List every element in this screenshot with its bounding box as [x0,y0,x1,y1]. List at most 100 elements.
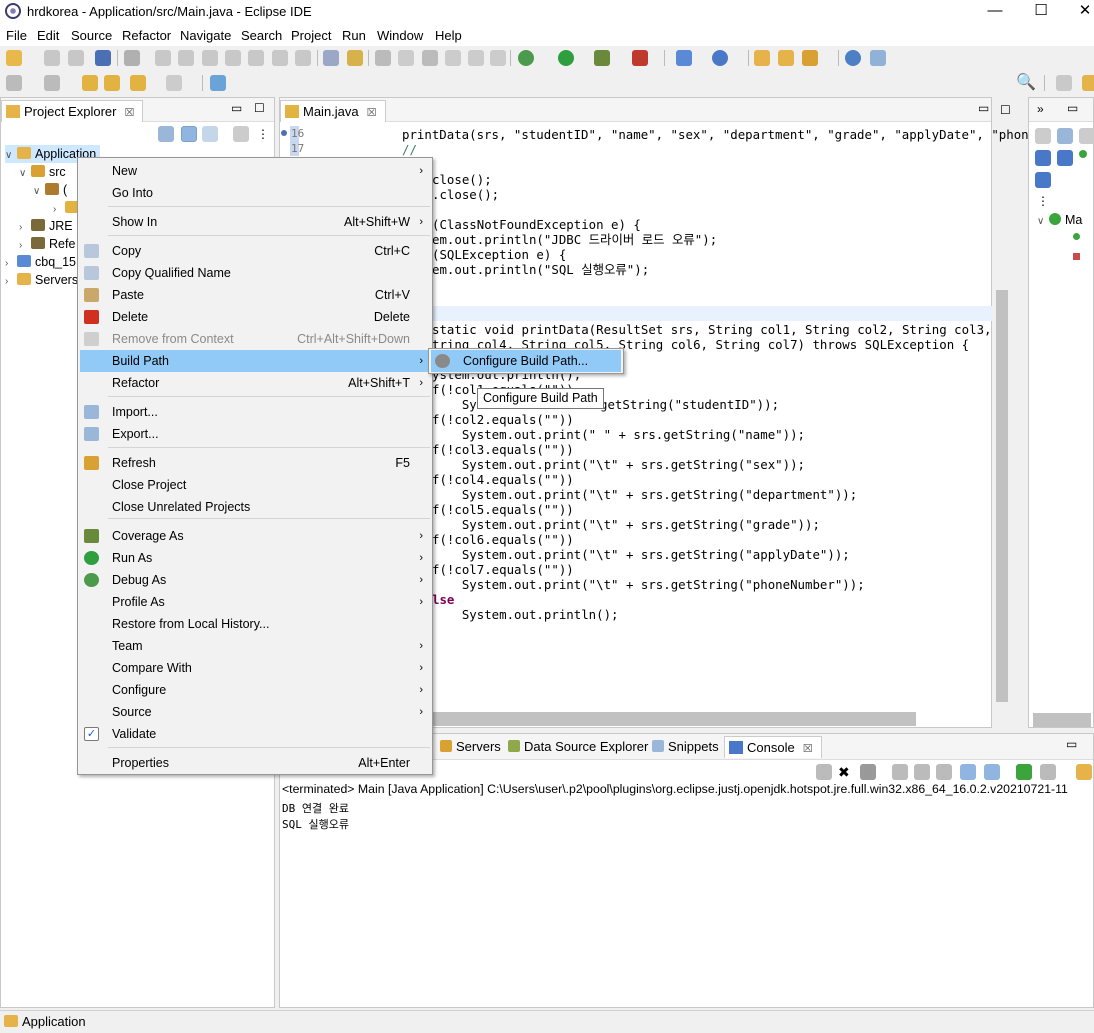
hide-non-public-icon[interactable] [1079,150,1087,158]
maximize-view-icon[interactable]: ☐ [1000,103,1011,117]
disconnect-icon[interactable] [225,50,241,66]
menu-item-copy[interactable]: Copy Ctrl+C [80,240,430,262]
editor-vertical-scrollbar[interactable] [994,122,1010,728]
menu-item-close-project[interactable]: Close Project [80,474,430,496]
minimize-button[interactable]: — [972,0,1018,24]
save-icon[interactable] [44,50,60,66]
menu-item-properties[interactable]: Properties Alt+Enter [80,752,430,774]
close-tab-icon[interactable]: ☒ [803,743,813,755]
menu-help[interactable]: Help [435,28,462,43]
minimize-view-icon[interactable]: ▭ [231,101,242,115]
outline-item-main[interactable]: ∨ Ma [1037,211,1082,229]
menu-window[interactable]: Window [377,28,423,43]
menu-item-close-unrelated-projects[interactable]: Close Unrelated Projects [80,496,430,518]
word-wrap-icon[interactable] [422,50,438,66]
menu-search[interactable]: Search [241,28,282,43]
maximize-view-icon[interactable]: ☐ [254,101,265,115]
clear-console-icon[interactable] [892,764,908,780]
open-type-icon[interactable] [754,50,770,66]
back-icon[interactable] [130,75,146,91]
search-icon[interactable] [802,50,818,66]
debug-icon[interactable] [518,50,534,66]
show-on-stderr-icon[interactable] [984,764,1000,780]
menu-file[interactable]: File [6,28,27,43]
external-tools-icon[interactable] [632,50,648,66]
menu-item-import[interactable]: Import... [80,401,430,423]
tree-item-src[interactable]: ∨ src [19,163,66,181]
breadcrumb-icon[interactable] [445,50,461,66]
show-whitespace-icon[interactable] [468,50,484,66]
filter-icon[interactable] [202,126,218,142]
maximize-button[interactable]: ☐ [1018,0,1064,24]
tab-main-java[interactable]: Main.java ☒ [280,100,386,122]
editor-horizontal-scrollbar[interactable] [430,712,916,726]
menu-item-refresh[interactable]: Refresh F5 [80,452,430,474]
menu-item-validate[interactable]: ✓ Validate [80,723,430,745]
use-step-filters-icon[interactable] [347,50,363,66]
coverage-icon[interactable] [594,50,610,66]
close-tab-icon[interactable]: ☒ [124,107,134,119]
next-annotation-icon[interactable] [6,75,22,91]
previous-annotation-icon[interactable] [44,75,60,91]
pilcrow-icon[interactable] [490,50,506,66]
hide-fields-icon[interactable] [1035,150,1051,166]
menu-item-debug-as[interactable]: Debug As › [80,569,430,591]
step-into-icon[interactable] [248,50,264,66]
toggle-mark-occurrences-icon[interactable] [375,50,391,66]
open-perspective-icon[interactable] [1056,75,1072,91]
resume-icon[interactable] [155,50,171,66]
drop-to-frame-icon[interactable] [323,50,339,66]
link-with-editor-icon[interactable] [181,126,197,142]
pin-icon[interactable] [870,50,886,66]
collapse-all-icon[interactable] [1057,128,1073,144]
minimize-view-icon[interactable]: ▭ [1066,737,1077,751]
menu-item-compare-with[interactable]: Compare With › [80,657,430,679]
focus-icon[interactable] [233,126,249,142]
word-wrap-icon[interactable] [936,764,952,780]
menu-item-go-into[interactable]: Go Into [80,182,430,204]
toggle-block-selection-icon[interactable] [398,50,414,66]
step-return-icon[interactable] [295,50,311,66]
tab-data-source-explorer[interactable]: Data Source Explorer [508,739,648,754]
menu-edit[interactable]: Edit [37,28,59,43]
terminal-icon[interactable] [95,50,111,66]
breakpoint-icon[interactable] [281,130,287,136]
tree-item-servers[interactable]: › Servers [5,271,78,289]
editor-scroll-thumb[interactable] [996,290,1008,702]
pin-console-icon[interactable] [1016,764,1032,780]
menu-item-restore-from-local-history[interactable]: Restore from Local History... [80,613,430,635]
open-task-icon[interactable] [778,50,794,66]
tree-item-package[interactable]: ∨( [33,181,67,199]
menu-item-configure[interactable]: Configure › [80,679,430,701]
menu-navigate[interactable]: Navigate [180,28,231,43]
tab-console[interactable]: Console ☒ [724,736,822,758]
remove-launch-icon[interactable]: ✖ [838,764,854,780]
save-all-icon[interactable] [68,50,84,66]
hide-static-icon[interactable] [1057,150,1073,166]
menu-item-delete[interactable]: Delete Delete [80,306,430,328]
close-tab-icon[interactable]: ☒ [367,107,377,119]
outline-scrollbar[interactable] [1033,713,1091,727]
menu-item-run-as[interactable]: Run As › [80,547,430,569]
open-console-icon[interactable] [1076,764,1092,780]
menu-item-configure-build-path[interactable]: Configure Build Path... [431,350,621,372]
focus-icon[interactable] [1035,128,1051,144]
new-java-project-icon[interactable] [676,50,692,66]
tree-item-cbq[interactable]: › cbq_15 [5,253,76,271]
skip-breakpoints-icon[interactable] [124,50,140,66]
collapse-all-icon[interactable] [158,126,174,142]
view-menu-icon[interactable]: ⋮ [1037,194,1049,208]
tree-item-referenced-libraries[interactable]: › Refe [19,235,75,253]
menu-item-paste[interactable]: Paste Ctrl+V [80,284,430,306]
tree-item-jre[interactable]: › JRE [19,217,73,235]
suspend-icon[interactable] [178,50,194,66]
menu-run[interactable]: Run [342,28,366,43]
menu-item-refactor[interactable]: Refactor Alt+Shift+T › [80,372,430,394]
display-console-icon[interactable] [1040,764,1056,780]
menu-item-copy-qualified-name[interactable]: Copy Qualified Name [80,262,430,284]
minimize-view-icon[interactable]: ▭ [1067,101,1078,115]
tab-servers[interactable]: Servers [440,739,501,754]
new-java-class-icon[interactable] [712,50,728,66]
menu-project[interactable]: Project [291,28,331,43]
pin-editor-icon[interactable] [210,75,226,91]
